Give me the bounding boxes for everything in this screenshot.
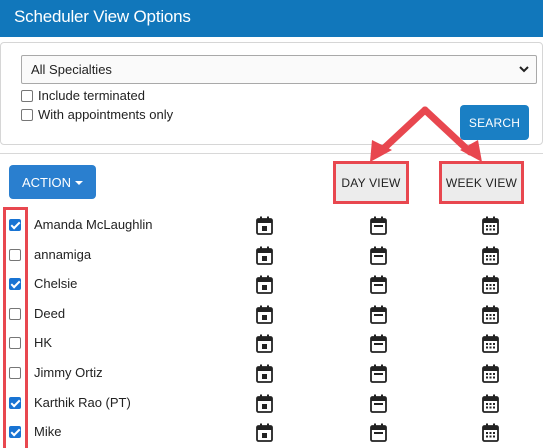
calendar-grid-icon[interactable] xyxy=(482,246,499,265)
page-header: Scheduler View Options xyxy=(0,0,543,37)
calendar-blank-icon[interactable] xyxy=(370,364,387,383)
calendar-grid-icon[interactable] xyxy=(482,275,499,295)
calendar-blank-icon[interactable] xyxy=(370,216,387,235)
calendar-blank-icon[interactable] xyxy=(370,394,387,413)
row-select-checkbox[interactable] xyxy=(9,278,21,291)
calendar-day-icon[interactable] xyxy=(256,305,273,324)
appointments-only-checkbox[interactable] xyxy=(21,108,33,121)
filter-panel: All Specialties Include terminated With … xyxy=(0,42,543,145)
calendar-blank-icon[interactable] xyxy=(370,305,387,324)
day-view-header[interactable]: DAY VIEW xyxy=(336,164,406,201)
section-divider xyxy=(0,153,543,154)
calendar-grid-icon[interactable] xyxy=(482,334,499,354)
week-view-header[interactable]: WEEK VIEW xyxy=(442,164,521,201)
specialty-select-value: All Specialties xyxy=(31,62,112,77)
table-row: HK xyxy=(0,329,543,358)
calendar-day-icon[interactable] xyxy=(256,334,273,354)
row-select-checkbox[interactable] xyxy=(9,248,21,261)
calendar-blank-icon[interactable] xyxy=(370,423,387,443)
table-row: Amanda McLaughlin xyxy=(0,211,543,240)
chevron-down-icon xyxy=(519,66,529,73)
calendar-grid-icon[interactable] xyxy=(482,216,499,235)
provider-name: Jimmy Ortiz xyxy=(34,365,103,380)
row-select-checkbox[interactable] xyxy=(9,307,21,320)
caret-down-icon xyxy=(75,181,84,185)
provider-name: Karthik Rao (PT) xyxy=(34,394,131,410)
provider-name: HK xyxy=(34,335,53,351)
action-button[interactable]: ACTION xyxy=(9,165,96,199)
table-row: annamiga xyxy=(0,241,543,270)
table-row: Deed xyxy=(0,300,543,329)
calendar-day-icon[interactable] xyxy=(256,364,273,383)
row-select-checkbox[interactable] xyxy=(9,219,21,231)
table-row: Karthik Rao (PT) xyxy=(0,389,543,418)
table-row: Jimmy Ortiz xyxy=(0,359,543,388)
calendar-blank-icon[interactable] xyxy=(370,275,387,295)
calendar-day-icon[interactable] xyxy=(256,216,273,235)
page-title: Scheduler View Options xyxy=(14,7,191,26)
action-button-label: ACTION xyxy=(21,174,72,190)
calendar-grid-icon[interactable] xyxy=(482,305,499,324)
calendar-grid-icon[interactable] xyxy=(482,423,499,443)
calendar-grid-icon[interactable] xyxy=(482,394,499,413)
row-select-checkbox[interactable] xyxy=(9,337,21,350)
include-terminated-checkbox[interactable] xyxy=(21,89,33,102)
specialty-select[interactable]: All Specialties xyxy=(21,55,537,84)
provider-name: Mike xyxy=(34,424,62,440)
calendar-blank-icon[interactable] xyxy=(370,246,387,265)
calendar-blank-icon[interactable] xyxy=(370,334,387,354)
provider-name: Chelsie xyxy=(34,276,78,292)
calendar-day-icon[interactable] xyxy=(256,246,273,265)
search-button[interactable]: SEARCH xyxy=(460,105,529,140)
appointments-only-label: With appointments only xyxy=(38,107,174,122)
provider-name: annamiga xyxy=(34,246,92,262)
calendar-grid-icon[interactable] xyxy=(482,364,499,383)
calendar-day-icon[interactable] xyxy=(256,423,273,443)
provider-name: Amanda McLaughlin xyxy=(34,217,153,232)
row-select-checkbox[interactable] xyxy=(9,367,21,379)
row-select-checkbox[interactable] xyxy=(9,396,21,409)
appointments-only-option[interactable]: With appointments only xyxy=(21,107,173,122)
include-terminated-label: Include terminated xyxy=(38,88,145,103)
row-select-checkbox[interactable] xyxy=(9,426,21,439)
include-terminated-option[interactable]: Include terminated xyxy=(21,88,145,103)
table-row: Chelsie xyxy=(0,270,543,299)
calendar-day-icon[interactable] xyxy=(256,275,273,295)
provider-name: Deed xyxy=(34,305,66,321)
calendar-day-icon[interactable] xyxy=(256,394,273,413)
table-row: Mike xyxy=(0,418,543,447)
